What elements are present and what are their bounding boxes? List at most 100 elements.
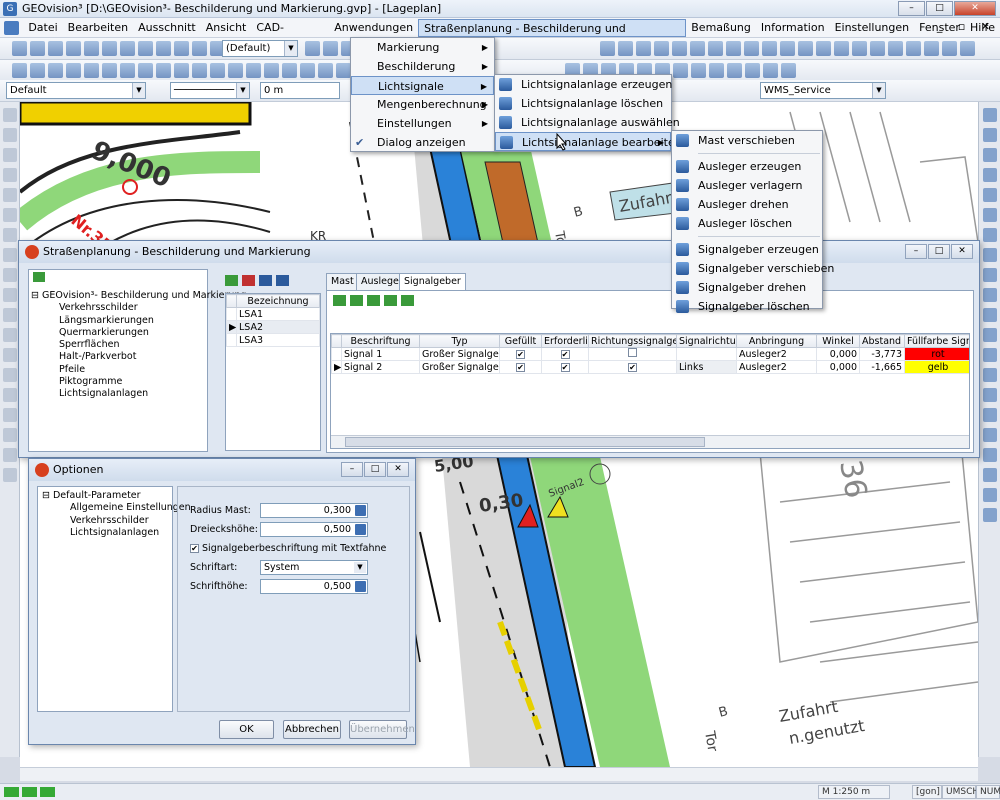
cell-signalrichtung[interactable]: Links [676, 360, 737, 374]
column-signalrichtung[interactable]: Signalrichtung [676, 334, 737, 348]
menu-cad-objekte[interactable]: CAD-Objekte [251, 19, 329, 52]
textfahne-checkbox[interactable]: ✔ [190, 544, 199, 553]
menu-item-signalgeber-drehen[interactable]: Signalgeber drehen [672, 278, 822, 297]
cell-signalrichtung[interactable] [676, 347, 737, 361]
table-row[interactable]: LSA1 [226, 307, 320, 321]
cad-tools[interactable] [12, 63, 369, 78]
signalgeber-toolbar[interactable] [333, 295, 414, 306]
menu-item-signalgeber-loeschen[interactable]: Signalgeber löschen [672, 297, 822, 316]
cell-abstand[interactable]: -1,665 [859, 360, 905, 374]
richtung-checkbox[interactable]: ✔ [628, 362, 637, 372]
close-button[interactable]: ✕ [954, 1, 996, 16]
lsa-column-bezeichnung[interactable]: Bezeichnung [236, 294, 320, 308]
menu-information[interactable]: Information [756, 19, 830, 37]
column-abstand[interactable]: Abstand ... [859, 334, 905, 348]
signal-delete-icon[interactable] [350, 295, 363, 306]
column-erforderlich[interactable]: Erforderli... [541, 334, 589, 348]
cell-fuellfarbe[interactable]: gelb [904, 360, 969, 374]
beschriftung-option[interactable]: ✔ Signalgeberbeschriftung mit Textfahne [190, 543, 386, 554]
menu-item-ausleger-verlagern[interactable]: Ausleger verlagern [672, 176, 822, 195]
tree-item-default-parameter[interactable]: ⊟ Default-Parameter [38, 487, 172, 502]
signal-add-icon[interactable] [333, 295, 346, 306]
dreieck-input[interactable]: 0,500 [260, 522, 368, 537]
grid-horizontal-scrollbar[interactable] [331, 435, 969, 448]
lsa-add-icon[interactable] [225, 275, 238, 286]
richtung-checkbox[interactable] [628, 348, 637, 357]
horizontal-scrollbar[interactable] [20, 767, 978, 781]
menu-datei[interactable]: Datei [23, 19, 62, 37]
optionen-maximize-button[interactable]: □ [364, 462, 386, 477]
table-row[interactable]: ▶ Signal 2 Großer Signalgeber ✔ ✔ ✔ Link… [331, 360, 969, 374]
gefuellt-checkbox[interactable]: ✔ [516, 349, 525, 359]
right-toolbar[interactable] [978, 102, 1000, 757]
left-toolbar[interactable] [0, 102, 20, 757]
linestyle-combo[interactable]: ────────── ▼ [170, 82, 250, 99]
signal-select-icon[interactable] [401, 295, 414, 306]
tab-signalgeber[interactable]: Signalgeber [399, 273, 466, 291]
menu-item-lsa-auswaehlen[interactable]: Lichtsignalanlage auswählen [495, 113, 680, 132]
cell-winkel[interactable]: 0,000 [816, 360, 860, 374]
menu-item-ausleger-drehen[interactable]: Ausleger drehen [672, 195, 822, 214]
document-icon[interactable] [4, 20, 20, 35]
cell-beschriftung[interactable]: Signal 2 [341, 360, 420, 374]
tree-item-halt-parkverbot[interactable]: Halt-/Parkverbot [31, 351, 246, 363]
optionen-minimize-button[interactable]: – [341, 462, 363, 477]
wms-combo[interactable]: WMS_Service ▼ [760, 82, 886, 99]
tree-toolbar-icon[interactable] [33, 272, 45, 282]
menu-ansicht[interactable]: Ansicht [201, 19, 252, 37]
menu-item-dialog-anzeigen[interactable]: ✔ Dialog anzeigen [351, 133, 494, 152]
menu-item-beschilderung[interactable]: Beschilderung ▶ [351, 57, 494, 76]
menu-item-lichtsignale[interactable]: Lichtsignale ▶ [351, 76, 494, 95]
erforderlich-checkbox[interactable]: ✔ [560, 349, 570, 359]
tree-item-lichtsignalanlagen[interactable]: Lichtsignalanlagen [31, 388, 246, 400]
tree-item-piktogramme[interactable]: Piktogramme [31, 376, 246, 388]
column-winkel[interactable]: Winkel [816, 334, 860, 348]
column-gefuellt[interactable]: Gefüllt [499, 334, 542, 348]
cell-abstand[interactable]: -3,773 [859, 347, 905, 361]
table-row[interactable]: Signal 1 Großer Signalgeber ✔ ✔ Ausleger… [331, 347, 969, 361]
menu-item-lsa-loeschen[interactable]: Lichtsignalanlage löschen [495, 94, 671, 113]
cancel-button[interactable]: Abbrechen [283, 720, 341, 739]
minimize-button[interactable]: – [898, 1, 925, 16]
tree-item-root[interactable]: ⊟ GEOvision³- Beschilderung und Markieru… [31, 290, 246, 302]
menu-item-ausleger-erzeugen[interactable]: Ausleger erzeugen [672, 157, 822, 176]
cell-typ[interactable]: Großer Signalgeber [419, 360, 500, 374]
erforderlich-checkbox[interactable]: ✔ [560, 362, 570, 372]
signal-rotate-icon[interactable] [384, 295, 397, 306]
menu-item-lsa-erzeugen[interactable]: Lichtsignalanlage erzeugen [495, 75, 672, 94]
standard-tools[interactable] [12, 41, 225, 56]
linewidth-field[interactable]: 0 m [260, 82, 340, 99]
column-fuellfarbe[interactable]: Füllfarbe Signalg... [904, 334, 969, 348]
table-row[interactable]: ▶ LSA2 [226, 320, 320, 334]
tree-item-pfeile[interactable]: Pfeile [31, 364, 246, 376]
lsa-edit-icon[interactable] [276, 275, 289, 286]
menu-item-mengenberechnung[interactable]: Mengenberechnung ▶ [351, 95, 494, 114]
signal-move-icon[interactable] [367, 295, 380, 306]
tree-item-laengsmarkierungen[interactable]: Längsmarkierungen [31, 315, 246, 327]
optionen-titlebar[interactable]: Optionen – □ ✕ [29, 459, 415, 481]
menu-item-signalgeber-erzeugen[interactable]: Signalgeber erzeugen [672, 240, 822, 259]
cell-typ[interactable]: Großer Signalgeber [419, 347, 500, 361]
cell-winkel[interactable]: 0,000 [816, 347, 860, 361]
menu-item-markierung[interactable]: Markierung ▶ [351, 38, 494, 57]
radius-input[interactable]: 0,300 [260, 503, 368, 518]
tree-item-allgemeine-einstellungen[interactable]: Allgemeine Einstellungen [38, 502, 191, 514]
dialog-maximize-button[interactable]: □ [928, 244, 950, 259]
menu-item-lsa-bearbeiten[interactable]: Lichtsignalanlage bearbeiten ▶ [495, 132, 682, 151]
menu-item-mast-verschieben[interactable]: Mast verschieben [672, 131, 822, 150]
menu-bearbeiten[interactable]: Bearbeiten [63, 19, 133, 37]
maximize-button[interactable]: □ [926, 1, 953, 16]
column-beschriftung[interactable]: Beschriftung [341, 334, 420, 348]
tree-item-lichtsignalanlagen[interactable]: Lichtsignalanlagen [38, 527, 172, 539]
tab-mast[interactable]: Mast [326, 273, 359, 290]
schrifthoehe-input[interactable]: 0,500 [260, 579, 368, 594]
dialog-close-button[interactable]: ✕ [951, 244, 973, 259]
calculator-icon[interactable] [355, 505, 366, 516]
menu-ausschnitt[interactable]: Ausschnitt [133, 19, 201, 37]
menu-anwendungen[interactable]: Anwendungen [329, 19, 418, 37]
ok-button[interactable]: OK [219, 720, 274, 739]
optionen-close-button[interactable]: ✕ [387, 462, 409, 477]
menu-bemassung[interactable]: Bemaßung [686, 19, 756, 37]
view-tools[interactable] [305, 41, 356, 56]
tree-item-verkehrsschilder[interactable]: Verkehrsschilder [31, 302, 246, 314]
